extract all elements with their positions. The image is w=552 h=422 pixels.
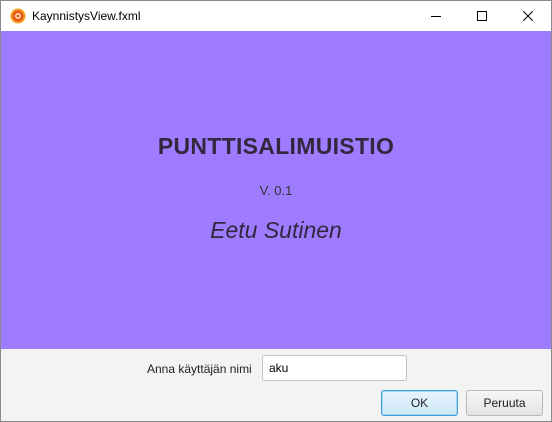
version-label: V. 0.1	[259, 183, 293, 198]
close-icon	[523, 11, 533, 21]
close-button[interactable]	[505, 1, 551, 31]
welcome-banner: PUNTTISALIMUISTIO V. 0.1 Eetu Sutinen	[1, 31, 551, 349]
window-title: KaynnistysView.fxml	[32, 9, 141, 23]
maximize-button[interactable]	[459, 1, 505, 31]
title-bar[interactable]: KaynnistysView.fxml	[1, 1, 551, 31]
username-input[interactable]	[262, 355, 407, 381]
cancel-button[interactable]: Peruuta	[466, 390, 543, 416]
author-name: Eetu Sutinen	[210, 217, 342, 243]
app-window: KaynnistysView.fxml PUNTTISALIMUISTIO V.…	[0, 0, 552, 422]
ok-button[interactable]: OK	[381, 390, 458, 416]
username-label: Anna käyttäjän nimi	[147, 362, 252, 376]
minimize-button[interactable]	[413, 1, 459, 31]
minimize-icon	[431, 11, 441, 21]
app-title: PUNTTISALIMUISTIO	[157, 133, 395, 159]
maximize-icon	[477, 11, 487, 21]
app-logo-icon	[10, 8, 26, 24]
